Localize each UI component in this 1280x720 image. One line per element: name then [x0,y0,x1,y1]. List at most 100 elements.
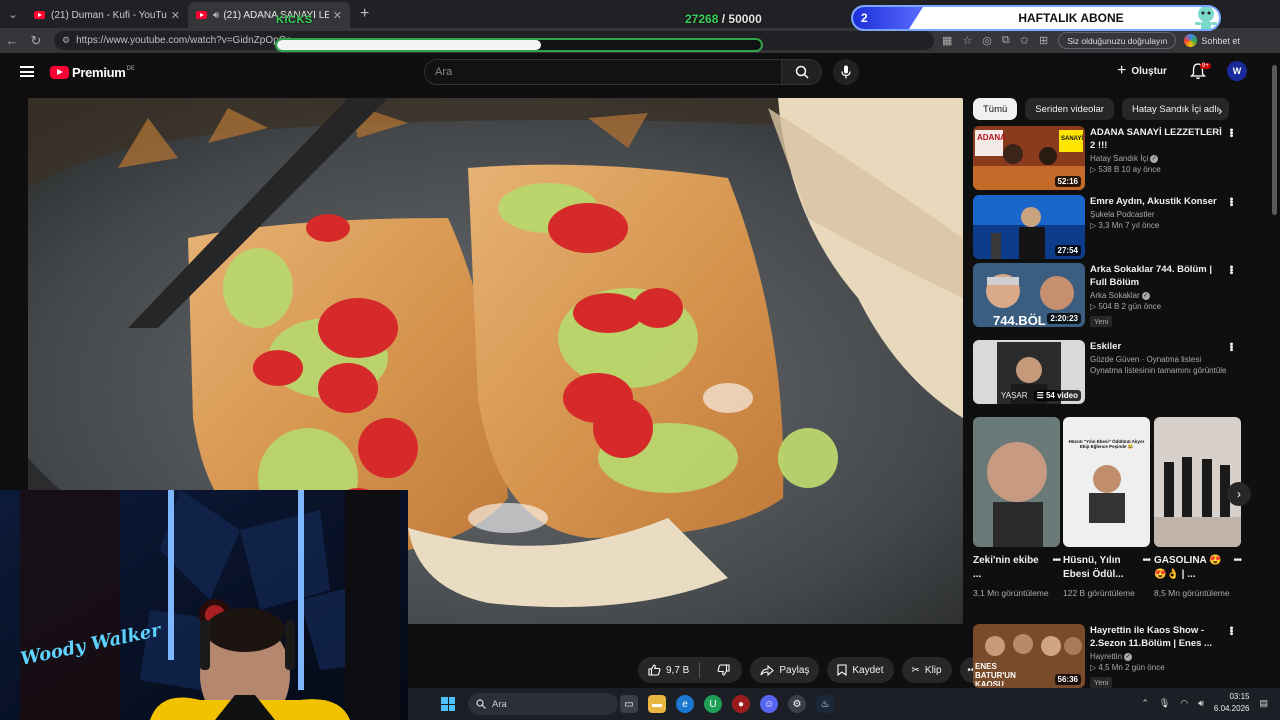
video-title[interactable]: Emre Aydın, Akustik Konser [1090,195,1228,208]
video-thumbnail[interactable]: ADANA SANAYİ 52:16 [973,126,1085,190]
short-views: 122 B görüntüleme [1063,588,1135,598]
video-thumbnail[interactable]: 27:54 [973,195,1085,259]
short-thumbnail[interactable]: Hüsnü "Yılın Ebesi" Ödülünü Alıyor Ekip … [1063,417,1150,547]
channel-name[interactable]: Şukela Podcastler [1090,210,1228,219]
page-scrollbar[interactable] [1270,53,1280,693]
share-button[interactable]: Paylaş [750,657,820,683]
create-button[interactable]: + Oluştur [1117,63,1167,79]
scrollbar-thumb[interactable] [1272,65,1277,215]
extensions-icon[interactable]: ⧉ [1002,34,1010,47]
video-title[interactable]: Hayrettin ile Kaos Show - 2.Sezon 11.Böl… [1090,624,1228,650]
speaker-icon[interactable]: 🔊︎ [213,10,219,21]
discord-icon[interactable]: ☺ [760,695,778,713]
duration-badge: 56:36 [1054,674,1081,685]
copilot-chat-button[interactable]: Sohbet et [1184,34,1240,47]
app-red-icon[interactable]: ● [732,695,750,713]
more-options-icon[interactable]: ••• [1225,197,1237,206]
menu-icon[interactable] [20,66,34,77]
windows-start-icon[interactable] [441,697,455,711]
short-more-icon[interactable]: ••• [1233,555,1241,566]
new-tab-button[interactable]: + [360,5,369,23]
like-button[interactable]: 9,7 B [638,662,701,678]
more-options-icon[interactable]: ••• [1225,626,1237,635]
playlist-owner[interactable]: Gözde Güven · Oynatma listesi [1090,355,1228,364]
short-thumbnail[interactable] [973,417,1060,547]
new-badge: Yeni [1090,316,1113,327]
chip-channel[interactable]: Hatay Sandık İçi adlı [1121,98,1230,120]
view-full-playlist-link[interactable]: Oynatma listesinin tamamını görüntüle [1090,366,1228,375]
close-tab-icon[interactable]: ✕ [171,9,180,22]
collections-icon[interactable]: ⊞ [1039,34,1048,47]
channel-name[interactable]: Hayrettin ✓ [1090,652,1228,661]
dislike-button[interactable] [705,664,742,676]
close-tab-icon[interactable]: ✕ [333,9,342,22]
short-title[interactable]: Zeki'nin ekibe ... [973,554,1043,582]
taskbar-search[interactable]: Ara [468,693,618,715]
extension-puzzle-icon[interactable]: ◎ [982,34,992,47]
short-thumbnail[interactable] [1154,417,1241,547]
tab-search-chevron-icon[interactable]: ⌄ [0,0,26,28]
chip-all[interactable]: Tümü [973,98,1018,120]
short-title[interactable]: GASOLINA 😍😍👌 | ... [1154,554,1224,582]
video-title[interactable]: ADANA SANAYİ LEZZETLERİ 2 !!! [1090,126,1228,152]
recommendation-item[interactable]: ADANA SANAYİ 52:16 ADANA SANAYİ LEZZETLE… [973,126,1243,192]
playlist-thumbnail[interactable]: YAŞAR ☰ 54 video [973,340,1085,404]
short-title[interactable]: Hüsnü, Yılın Ebesi Ödül... [1063,554,1133,582]
edge-browser-icon[interactable]: e [676,695,694,713]
shorts-next-button[interactable]: › [1227,482,1251,506]
short-more-icon[interactable]: ••• [1142,555,1150,566]
kicks-separator: / [718,12,729,26]
site-info-icon[interactable]: ⚙ [62,35,70,46]
file-explorer-icon[interactable]: ▬ [648,695,666,713]
favorites-icon[interactable]: ✩ [1020,34,1029,47]
video-thumbnail[interactable]: ENES BATUR'UN KAOSU 56:36 [973,624,1085,688]
task-view-icon[interactable]: ▭ [620,695,638,713]
short-item[interactable]: GASOLINA 😍😍👌 | ... 8,5 Mn görüntüleme ••… [1154,417,1242,600]
voice-search-button[interactable] [833,59,859,85]
chips-next-chevron-icon[interactable]: › [1218,103,1222,118]
windows-taskbar: Ara ▭ ▬ e U ● ☺ ⚙ ♨ ⌃ 🎙︎ ◠ 🔊︎ 03:15 6.04… [408,688,1280,720]
playlist-item[interactable]: YAŞAR ☰ 54 video Eskiler Gözde Güven · O… [973,340,1243,406]
recommendation-item[interactable]: 744.BÖL 2:20:23 Arka Sokaklar 744. Bölüm… [973,263,1243,329]
tab-adana-sanayi[interactable]: 🔊︎ (21) ADANA SANAYİ LEZZETLERİ ✕ [188,2,350,28]
short-thumbnail-image [1154,417,1241,547]
channel-name[interactable]: Hatay Sandık İçi ✓ [1090,154,1228,163]
recommendation-item[interactable]: 27:54 Emre Aydın, Akustik Konser Şukela … [973,195,1243,261]
clock[interactable]: 03:15 6.04.2026 [1214,691,1250,715]
video-thumbnail[interactable]: 744.BÖL 2:20:23 [973,263,1085,327]
settings-gear-icon[interactable]: ⚙ [788,695,806,713]
tray-chevron-up-icon[interactable]: ⌃ [1141,698,1149,709]
short-item[interactable]: Hüsnü "Yılın Ebesi" Ödülünü Alıyor Ekip … [1063,417,1151,600]
wifi-icon[interactable]: ◠ [1180,698,1188,709]
chip-series[interactable]: Seriden videolar [1025,98,1114,120]
kicks-current: 27268 [685,12,719,26]
more-options-icon[interactable]: ••• [1225,128,1237,137]
recommendation-item[interactable]: ENES BATUR'UN KAOSU 56:36 Hayrettin ile … [973,624,1243,690]
profile-verify-button[interactable]: Siz olduğunuzu doğrulayın [1058,32,1177,49]
save-button[interactable]: Kaydet [827,657,894,683]
video-actions: 9,7 B Paylaş Kaydet ✂ Klip ••• [638,657,986,683]
bookmark-star-icon[interactable]: ☆ [962,34,972,47]
back-arrow-icon[interactable]: ← [0,33,24,48]
search-button[interactable] [782,59,822,85]
tab-duman-kufi[interactable]: (21) Duman - Kufi - YouTube ✕ [26,2,188,28]
microphone-tray-icon[interactable]: 🎙︎ [1159,698,1170,709]
volume-icon[interactable]: 🔊︎ [1198,698,1204,709]
reload-icon[interactable]: ↻ [24,33,48,49]
extension-icon[interactable]: ▦ [942,34,952,47]
more-options-icon[interactable]: ••• [1225,342,1237,351]
video-title[interactable]: Arka Sokaklar 744. Bölüm | Full Bölüm [1090,263,1228,289]
account-avatar[interactable]: W [1227,61,1247,81]
app-u-icon[interactable]: U [704,695,722,713]
more-options-icon[interactable]: ••• [1225,265,1237,274]
duration-badge: 2:20:23 [1047,313,1081,324]
channel-name[interactable]: Arka Sokaklar ✓ [1090,291,1228,300]
youtube-premium-logo[interactable]: Premium DE [50,65,135,80]
clip-button[interactable]: ✂ Klip [901,657,952,683]
notifications-icon[interactable]: ▤ [1259,698,1268,709]
short-more-icon[interactable]: ••• [1052,555,1060,566]
steam-icon[interactable]: ♨ [816,695,834,713]
playlist-title[interactable]: Eskiler [1090,340,1228,353]
search-input[interactable]: Ara [424,59,782,85]
short-item[interactable]: Zeki'nin ekibe ... 3,1 Mn görüntüleme ••… [973,417,1061,600]
